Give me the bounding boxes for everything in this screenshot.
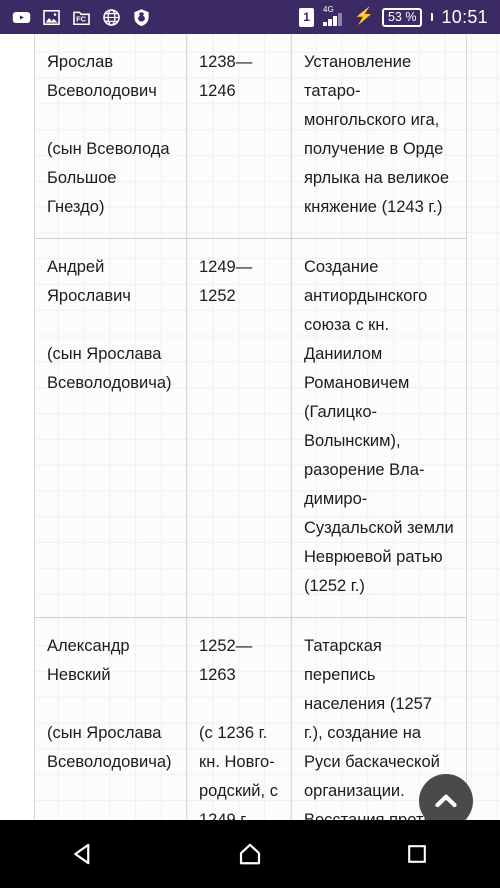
back-button[interactable] xyxy=(41,820,125,888)
sim-card-icon: 1 xyxy=(299,7,315,27)
cell-events: Установление татаро-монгольского ига, по… xyxy=(291,34,467,239)
events-text: Создание антиордынского союза с кн. Дани… xyxy=(304,258,454,595)
prince-name: Александр Невский xyxy=(47,637,130,684)
prince-name-note: (сын Ярослава Всеволодовича) xyxy=(47,724,172,771)
clock-label: 10:51 xyxy=(441,6,488,27)
battery-percent-label: 53 % xyxy=(387,9,417,24)
charging-bolt-icon: ⚡ xyxy=(354,8,374,25)
reign-years-note: (с 1236 г. кн. Новго-родский, с 1249 г. … xyxy=(199,724,278,820)
youtube-icon xyxy=(12,8,31,27)
cell-reign-years: 1252—1263 (с 1236 г. кн. Новго-родский, … xyxy=(186,617,292,820)
browser-globe-icon xyxy=(102,8,121,27)
status-bar-notification-icons: FC xyxy=(12,8,151,27)
security-shield-icon xyxy=(132,8,151,27)
scroll-to-top-button[interactable] xyxy=(419,774,473,820)
reign-years: 1252—1263 xyxy=(199,637,253,684)
chevron-up-icon xyxy=(431,786,461,816)
square-icon xyxy=(404,841,430,867)
phone-screen: FC 1 4G ⚡ 53 % 10:51 Ярослав Всеволодови… xyxy=(0,0,500,888)
cell-events: Создание антиордынского союза с кн. Дани… xyxy=(291,238,467,618)
page-content[interactable]: Ярослав Всеволодович (сын Всеволода Боль… xyxy=(0,34,500,820)
prince-name-note: (сын Всеволода Большое Гнездо) xyxy=(47,140,170,216)
cell-reign-years: 1238—1246 xyxy=(186,34,292,239)
status-bar-system-icons: 1 4G ⚡ 53 % 10:51 xyxy=(299,4,488,28)
cell-prince-name: Ярослав Всеволодович (сын Всеволода Боль… xyxy=(34,34,187,239)
home-icon xyxy=(236,840,264,868)
table-row: Ярослав Всеволодович (сын Всеволода Боль… xyxy=(34,34,467,239)
recents-button[interactable] xyxy=(375,820,459,888)
cell-prince-name: Александр Невский (сын Ярослава Всеволод… xyxy=(34,617,187,820)
princes-table: Ярослав Всеволодович (сын Всеволода Боль… xyxy=(34,34,467,820)
battery-icon: 53 % xyxy=(381,7,423,27)
gallery-icon xyxy=(42,8,61,27)
cell-prince-name: Андрей Ярославич (сын Ярослава Всеволодо… xyxy=(34,238,187,618)
network-type-label: 4G xyxy=(323,4,334,14)
table-row: Александр Невский (сын Ярослава Всеволод… xyxy=(34,617,467,820)
table-row: Андрей Ярославич (сын Ярослава Всеволодо… xyxy=(34,238,467,618)
svg-text:FC: FC xyxy=(76,14,87,23)
signal-strength-icon: 4G xyxy=(322,4,346,27)
back-triangle-icon xyxy=(69,840,97,868)
battery-cap xyxy=(431,13,434,21)
left-margin xyxy=(0,34,34,820)
prince-name: Андрей Ярославич xyxy=(47,258,131,305)
prince-name: Ярослав Всеволодович xyxy=(47,53,157,100)
filecommander-icon: FC xyxy=(72,8,91,27)
prince-name-note: (сын Ярослава Всеволодовича) xyxy=(47,345,172,392)
android-navigation-bar xyxy=(0,820,500,888)
status-bar: FC 1 4G ⚡ 53 % 10:51 xyxy=(0,0,500,34)
events-text: Установление татаро-монгольского ига, по… xyxy=(304,53,450,216)
reign-years: 1238—1246 xyxy=(199,53,253,100)
cell-reign-years: 1249—1252 xyxy=(186,238,292,618)
home-button[interactable] xyxy=(208,820,292,888)
reign-years: 1249—1252 xyxy=(199,258,253,305)
